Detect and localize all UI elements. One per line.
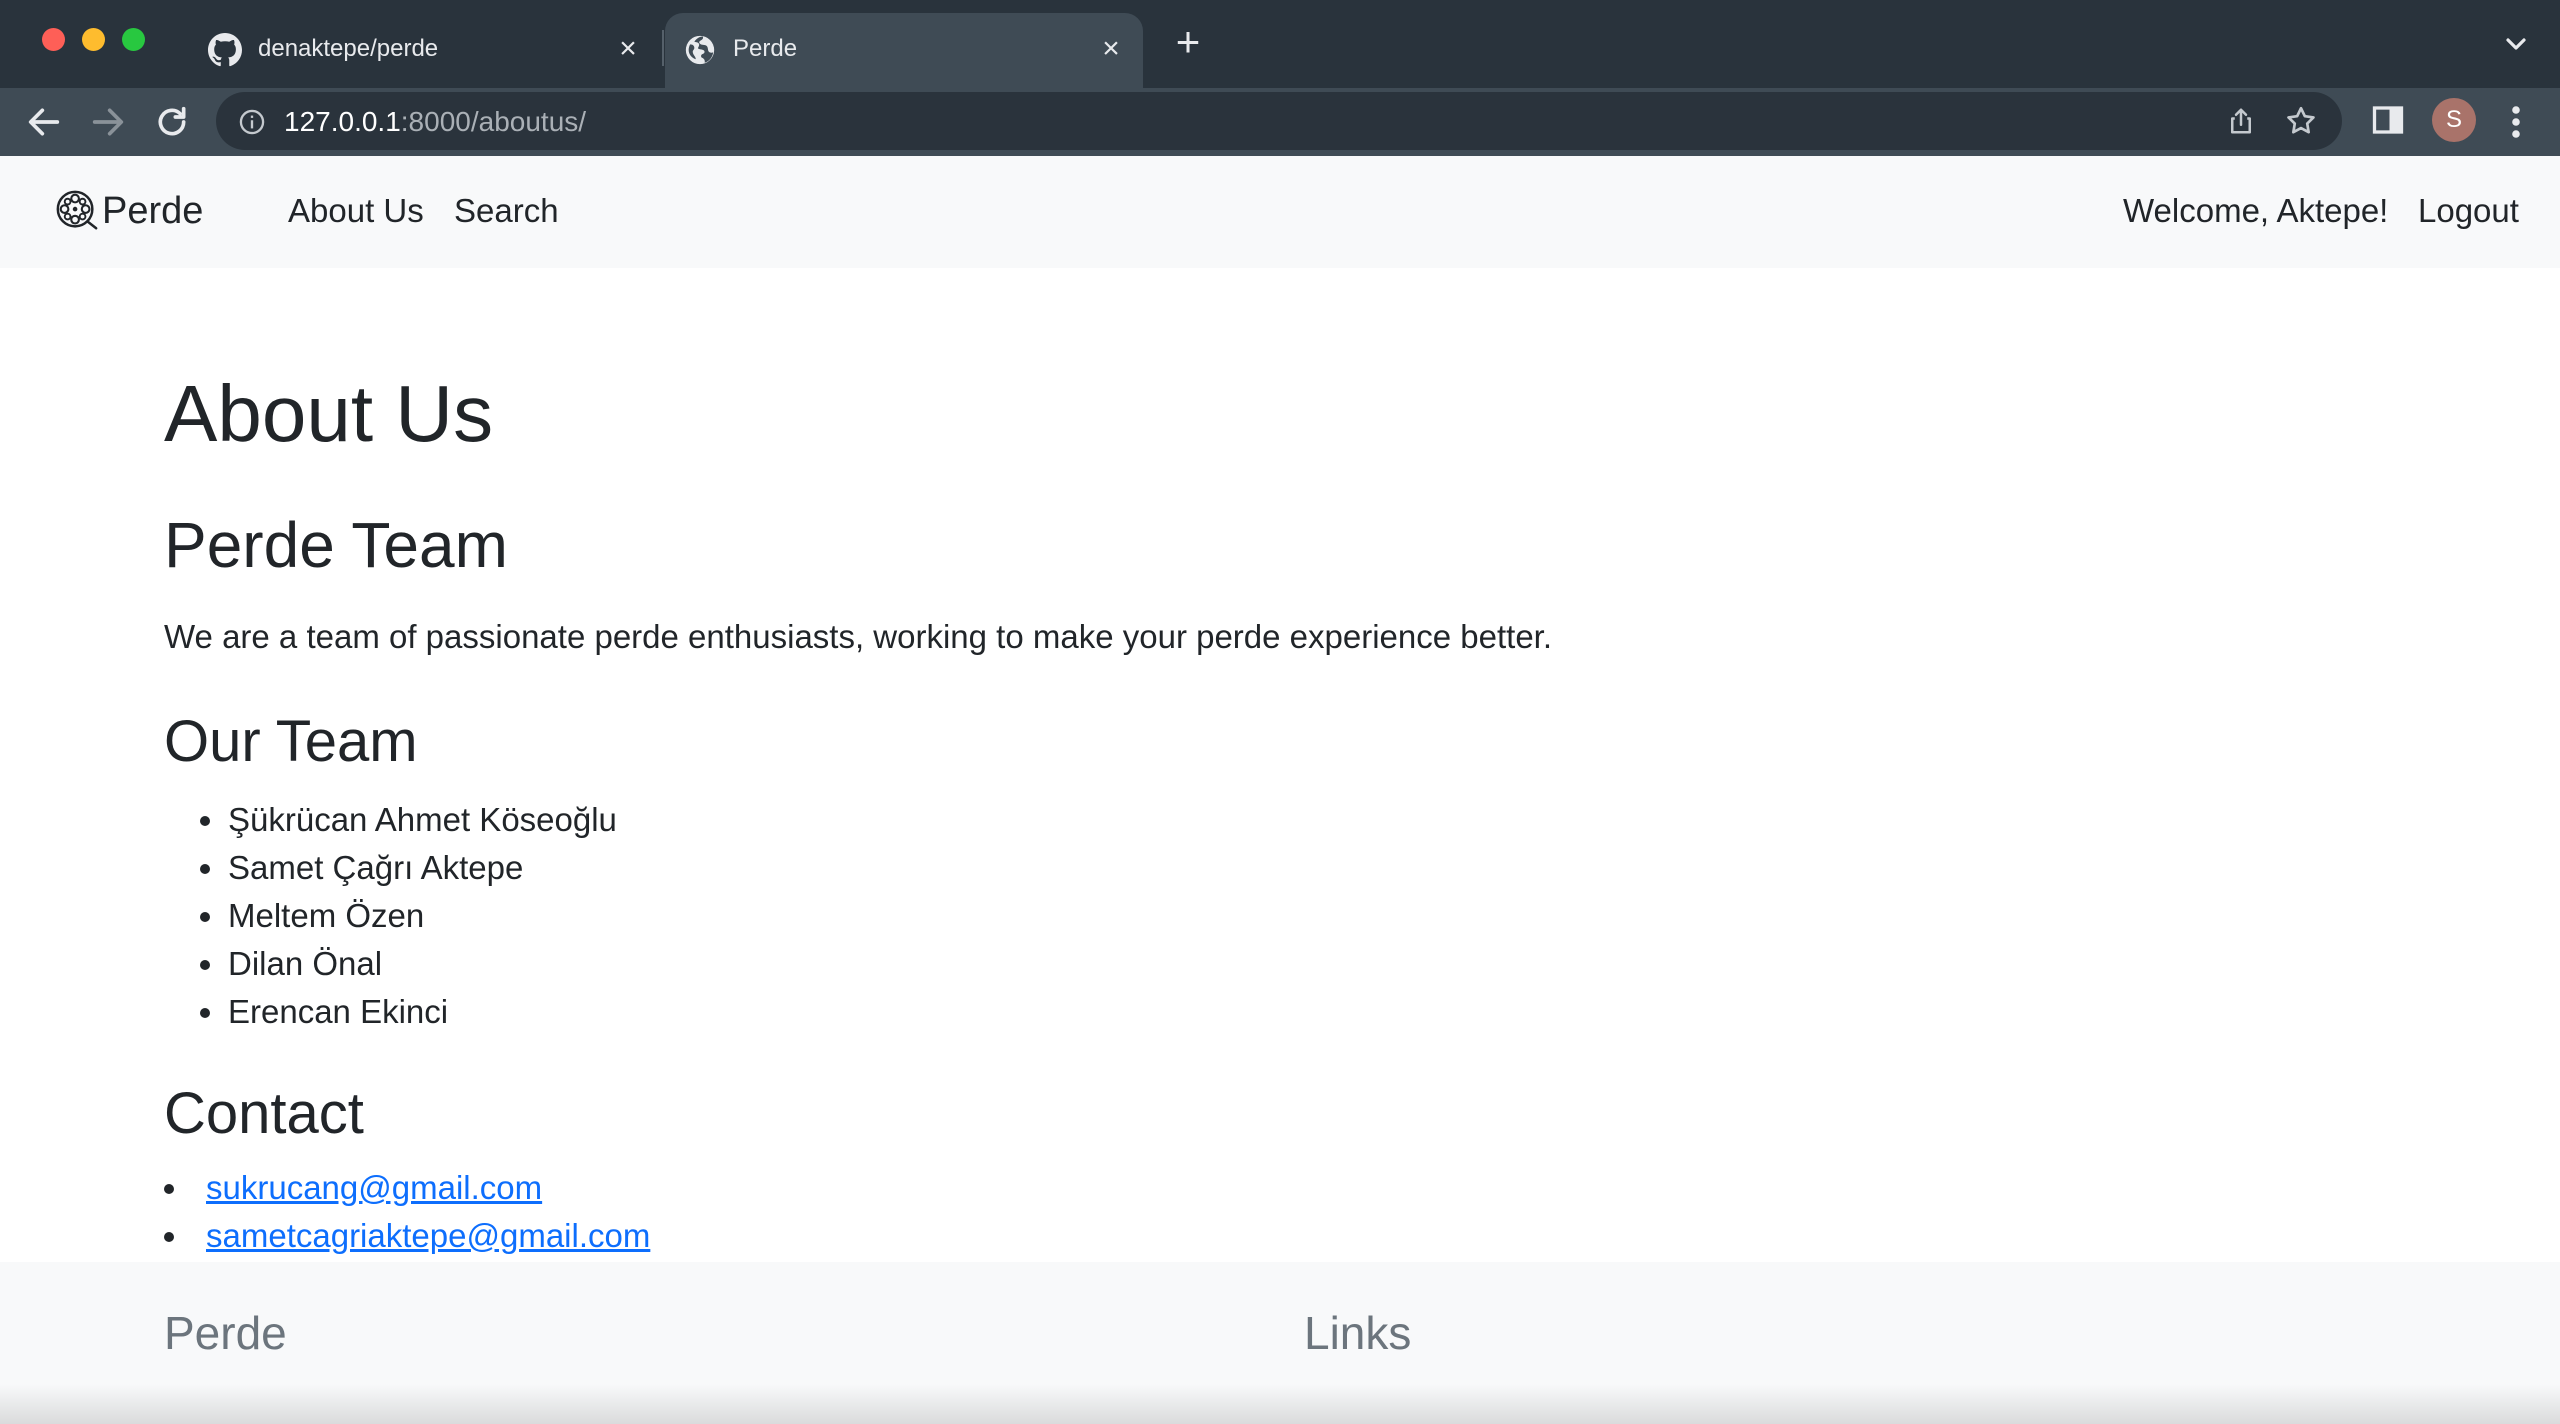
page-title: About Us: [164, 369, 494, 458]
team-member: Dilan Önal: [200, 940, 617, 988]
info-icon[interactable]: [238, 108, 266, 136]
address-bar[interactable]: 127.0.0.1:8000/aboutus/: [216, 92, 2342, 150]
site-navbar: Perde About Us Search Welcome, Aktepe! L…: [0, 156, 2560, 268]
team-heading: Perde Team: [164, 509, 508, 581]
team-member: Şükrücan Ahmet Köseoğlu: [200, 796, 617, 844]
more-options-icon[interactable]: [2500, 102, 2532, 142]
brand-link[interactable]: Perde: [54, 186, 203, 236]
globe-icon: [685, 35, 715, 65]
brand-name: Perde: [102, 189, 204, 232]
back-arrow-icon[interactable]: [24, 102, 64, 142]
bookmark-star-icon[interactable]: [2284, 104, 2318, 138]
share-icon[interactable]: [2226, 106, 2256, 136]
team-member: Samet Çağrı Aktepe: [200, 844, 617, 892]
nav-link-about-us[interactable]: About Us: [288, 192, 424, 230]
contact-item: sukrucang@gmail.com: [164, 1164, 650, 1212]
browser-tab-strip: denaktepe/perde × Perde × +: [0, 0, 2560, 88]
our-team-heading: Our Team: [164, 709, 418, 774]
site-footer: Perde Links: [0, 1262, 2560, 1424]
reload-icon[interactable]: [152, 102, 192, 142]
chevron-down-icon[interactable]: [2500, 28, 2532, 60]
window-bottom-shadow: [0, 1384, 2560, 1424]
footer-brand-heading: Perde: [164, 1307, 287, 1359]
url-path: :8000/aboutus/: [400, 106, 587, 137]
tab-title: Perde: [733, 35, 798, 62]
team-member: Meltem Özen: [200, 892, 617, 940]
maximize-window-button[interactable]: [122, 28, 145, 51]
browser-tab-github[interactable]: denaktepe/perde ×: [190, 13, 660, 88]
close-window-button[interactable]: [42, 28, 65, 51]
contact-item: sametcagriaktepe@gmail.com: [164, 1212, 650, 1260]
team-description: We are a team of passionate perde enthus…: [164, 618, 1553, 655]
tab-title: denaktepe/perde: [258, 35, 439, 62]
new-tab-button[interactable]: +: [1170, 21, 1206, 63]
page-viewport: Perde About Us Search Welcome, Aktepe! L…: [0, 156, 2560, 1424]
minimize-window-button[interactable]: [82, 28, 105, 51]
footer-links-heading: Links: [1304, 1307, 1412, 1359]
close-tab-icon[interactable]: ×: [1093, 31, 1129, 67]
url-host: 127.0.0.1: [284, 106, 401, 137]
browser-toolbar: 127.0.0.1:8000/aboutus/ S: [0, 88, 2560, 156]
team-member: Erencan Ekinci: [200, 988, 617, 1036]
github-icon: [208, 33, 242, 67]
side-panel-icon[interactable]: [2370, 102, 2406, 138]
logout-link[interactable]: Logout: [2418, 192, 2519, 230]
forward-arrow-icon[interactable]: [88, 102, 128, 142]
profile-avatar[interactable]: S: [2432, 98, 2476, 142]
close-tab-icon[interactable]: ×: [610, 31, 646, 67]
contact-heading: Contact: [164, 1081, 364, 1146]
team-member-list: Şükrücan Ahmet Köseoğlu Samet Çağrı Akte…: [200, 796, 617, 1036]
contact-email-link[interactable]: sametcagriaktepe@gmail.com: [206, 1217, 650, 1254]
nav-link-search[interactable]: Search: [454, 192, 559, 230]
contact-email-link[interactable]: sukrucang@gmail.com: [206, 1169, 542, 1206]
url-text: 127.0.0.1:8000/aboutus/: [284, 106, 586, 138]
browser-tab-perde[interactable]: Perde ×: [665, 13, 1143, 88]
tab-divider: [662, 30, 664, 66]
film-reel-icon: [56, 190, 98, 230]
welcome-message: Welcome, Aktepe!: [2123, 192, 2389, 229]
contact-list: sukrucang@gmail.com sametcagriaktepe@gma…: [164, 1164, 650, 1260]
